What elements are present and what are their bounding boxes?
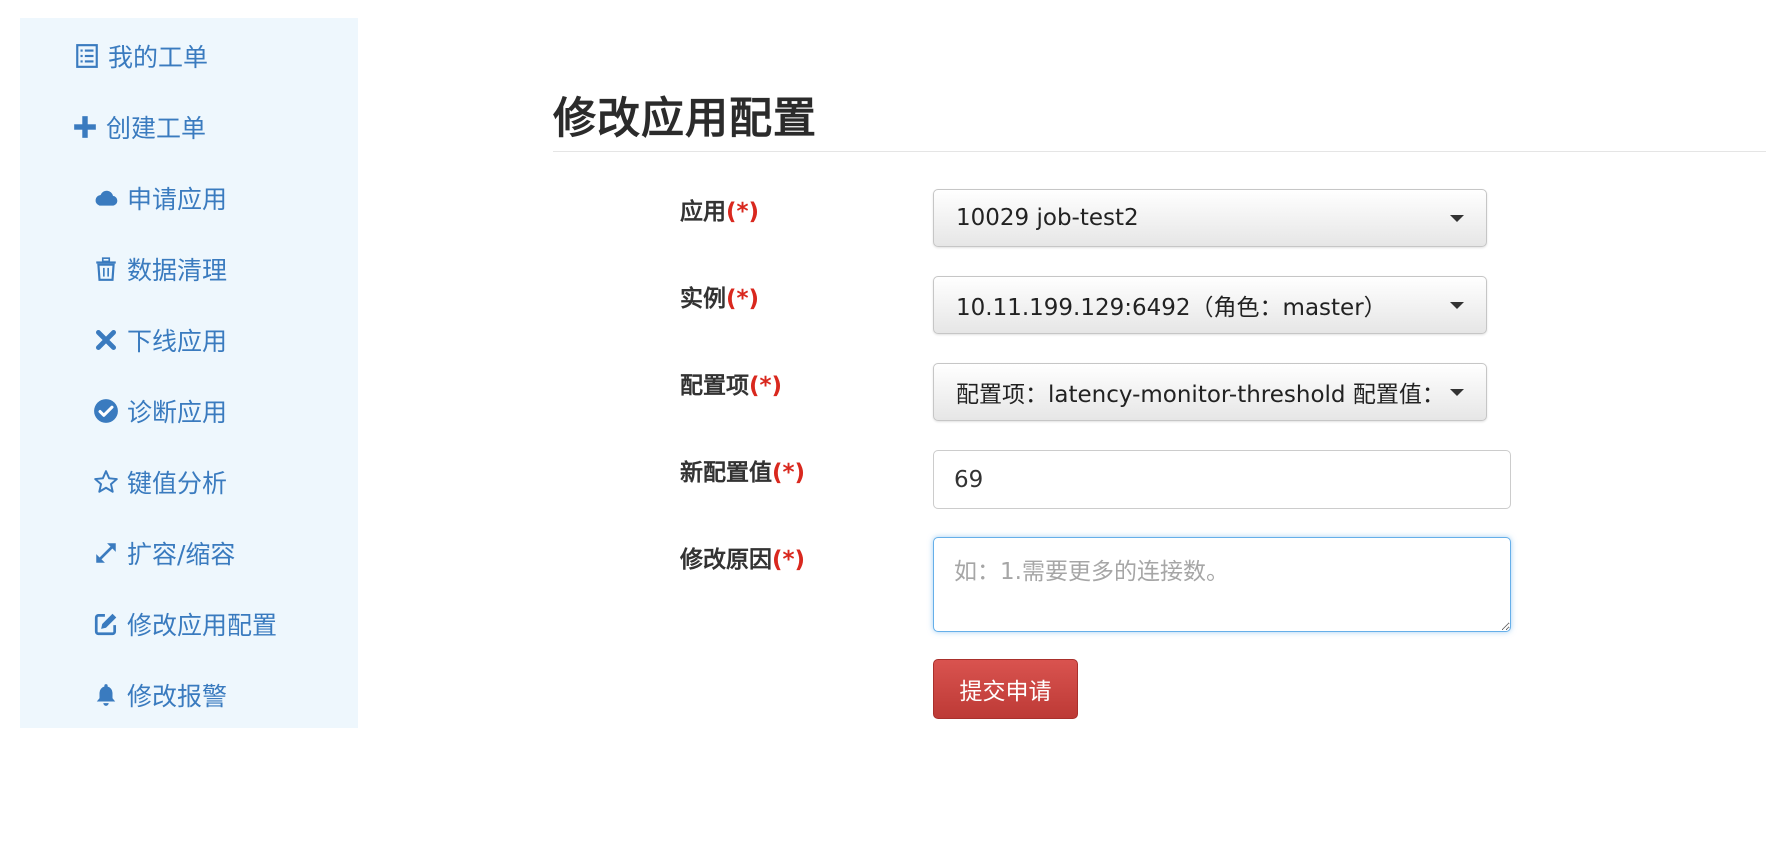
sidebar-item-label: 诊断应用: [127, 398, 228, 427]
plus-icon: [72, 114, 98, 140]
star-icon: [93, 469, 119, 495]
app-select[interactable]: 10029 job-test2: [933, 189, 1487, 247]
sidebar-item-label: 下线应用: [127, 327, 228, 356]
sidebar-item-label: 修改报警: [127, 682, 228, 711]
page-title: 修改应用配置: [553, 94, 817, 144]
sidebar-item-data-cleanup[interactable]: 数据清理: [93, 251, 227, 287]
chevron-down-icon: [1450, 214, 1464, 222]
sidebar-item-scale[interactable]: 扩容/缩容: [93, 535, 235, 571]
sidebar-item-label: 数据清理: [127, 256, 228, 285]
sidebar: 我的工单 创建工单 申请应用 数据清理 下线应用 诊断应用 键值分析 扩容/缩容…: [20, 18, 358, 728]
resize-icon: [93, 540, 119, 566]
sidebar-item-diagnose-app[interactable]: 诊断应用: [93, 393, 227, 429]
config-item-select[interactable]: 配置项：latency-monitor-threshold 配置值：: [933, 363, 1487, 421]
reason-label: 修改原因(*): [680, 547, 806, 573]
new-value-input[interactable]: [933, 450, 1511, 509]
required-mark: (*): [772, 460, 806, 486]
sidebar-item-apply-app[interactable]: 申请应用: [93, 180, 227, 216]
sidebar-item-modify-config[interactable]: 修改应用配置: [93, 606, 277, 642]
required-mark: (*): [772, 547, 806, 573]
submit-button[interactable]: 提交申请: [933, 659, 1078, 719]
instance-select[interactable]: 10.11.199.129:6492（角色：master）: [933, 276, 1487, 334]
required-mark: (*): [749, 373, 783, 399]
app-select-value: 10029 job-test2: [956, 205, 1139, 231]
sidebar-item-my-tickets[interactable]: 我的工单: [74, 38, 208, 74]
sidebar-item-label: 申请应用: [127, 185, 228, 214]
cloud-icon: [93, 185, 119, 211]
sidebar-item-offline-app[interactable]: 下线应用: [93, 322, 227, 358]
sidebar-item-label: 我的工单: [108, 43, 209, 72]
required-mark: (*): [726, 286, 760, 312]
reason-textarea[interactable]: [933, 537, 1511, 632]
config-item-label: 配置项(*): [680, 373, 783, 399]
new-value-label: 新配置值(*): [680, 460, 806, 486]
trash-icon: [93, 256, 119, 282]
edit-icon: [93, 611, 119, 637]
sidebar-item-label: 创建工单: [106, 114, 207, 143]
list-icon: [74, 43, 100, 69]
required-mark: (*): [726, 199, 760, 225]
title-divider: [553, 151, 1766, 152]
sidebar-item-label: 扩容/缩容: [127, 540, 236, 569]
instance-select-value: 10.11.199.129:6492（角色：master）: [956, 295, 1387, 321]
sidebar-item-modify-alert[interactable]: 修改报警: [93, 677, 227, 713]
sidebar-item-create-ticket[interactable]: 创建工单: [72, 109, 206, 145]
sidebar-item-label: 键值分析: [127, 469, 228, 498]
chevron-down-icon: [1450, 301, 1464, 309]
chevron-down-icon: [1450, 388, 1464, 396]
bell-icon: [93, 682, 119, 708]
app-label: 应用(*): [680, 199, 760, 225]
check-circle-icon: [93, 398, 119, 424]
sidebar-item-key-analysis[interactable]: 键值分析: [93, 464, 227, 500]
instance-label: 实例(*): [680, 286, 760, 312]
sidebar-item-label: 修改应用配置: [127, 611, 278, 640]
close-icon: [93, 327, 119, 353]
config-item-select-value: 配置项：latency-monitor-threshold 配置值：: [956, 382, 1442, 408]
